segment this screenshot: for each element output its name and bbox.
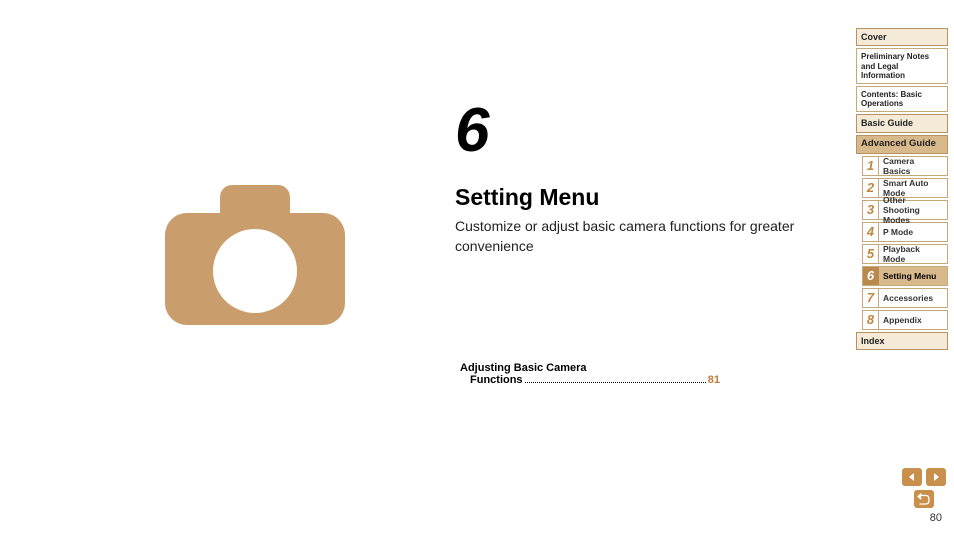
sidebar-chapter-label: P Mode: [879, 225, 947, 239]
toc-entry[interactable]: Adjusting Basic Camera Functions 81: [460, 362, 720, 386]
next-page-icon: [931, 472, 941, 482]
sidebar-chapter-num: 2: [863, 179, 879, 197]
prev-page-button[interactable]: [902, 468, 922, 486]
sidebar-chapter-num: 4: [863, 223, 879, 241]
sidebar-chapter-num: 5: [863, 245, 879, 263]
sidebar-item-index[interactable]: Index: [856, 332, 948, 350]
sidebar-chapter-5[interactable]: 5Playback Mode: [862, 244, 948, 264]
sidebar-chapter-3[interactable]: 3Other Shooting Modes: [862, 200, 948, 220]
sidebar-chapter-label: Setting Menu: [879, 269, 947, 283]
sidebar-item-cover[interactable]: Cover: [856, 28, 948, 46]
sidebar-item-contents[interactable]: Contents: Basic Operations: [856, 86, 948, 112]
sidebar-chapter-num: 8: [863, 311, 879, 329]
sidebar-chapter-label: Accessories: [879, 291, 947, 305]
sidebar-chapter-7[interactable]: 7Accessories: [862, 288, 948, 308]
chapter-number: 6: [455, 95, 845, 166]
sidebar-item-advanced-guide[interactable]: Advanced Guide: [856, 135, 948, 154]
return-icon: [917, 493, 931, 505]
toc-page-number: 81: [708, 374, 720, 386]
sidebar-chapter-label: Camera Basics: [879, 154, 947, 178]
sidebar-item-preliminary[interactable]: Preliminary Notes and Legal Information: [856, 48, 948, 84]
sidebar-chapter-num: 1: [863, 157, 879, 175]
camera-icon: [165, 185, 345, 325]
prev-page-icon: [907, 472, 917, 482]
sidebar-nav: Cover Preliminary Notes and Legal Inform…: [856, 28, 948, 352]
page-number: 80: [930, 512, 942, 524]
chapter-subtitle: Customize or adjust basic camera functio…: [455, 217, 845, 256]
sidebar-item-basic-guide[interactable]: Basic Guide: [856, 114, 948, 132]
sidebar-chapter-1[interactable]: 1Camera Basics: [862, 156, 948, 176]
toc-leader-dots: [525, 382, 706, 383]
toc-label-line1: Adjusting Basic Camera: [460, 362, 587, 374]
sidebar-chapter-8[interactable]: 8Appendix: [862, 310, 948, 330]
chapter-title: Setting Menu: [455, 184, 845, 211]
toc-label-line2: Functions: [470, 374, 523, 386]
sidebar-chapter-4[interactable]: 4P Mode: [862, 222, 948, 242]
sidebar-chapter-label: Playback Mode: [879, 242, 947, 266]
next-page-button[interactable]: [926, 468, 946, 486]
chapter-content: 6 Setting Menu Customize or adjust basic…: [455, 95, 845, 256]
sidebar-chapter-num: 7: [863, 289, 879, 307]
sidebar-chapter-label: Other Shooting Modes: [879, 193, 947, 227]
sidebar-chapter-num: 6: [863, 267, 879, 285]
sidebar-chapter-label: Appendix: [879, 313, 947, 327]
sidebar-chapter-6[interactable]: 6Setting Menu: [862, 266, 948, 286]
sidebar-chapter-num: 3: [863, 201, 879, 219]
footer-nav: [902, 468, 946, 508]
return-button[interactable]: [914, 490, 934, 508]
